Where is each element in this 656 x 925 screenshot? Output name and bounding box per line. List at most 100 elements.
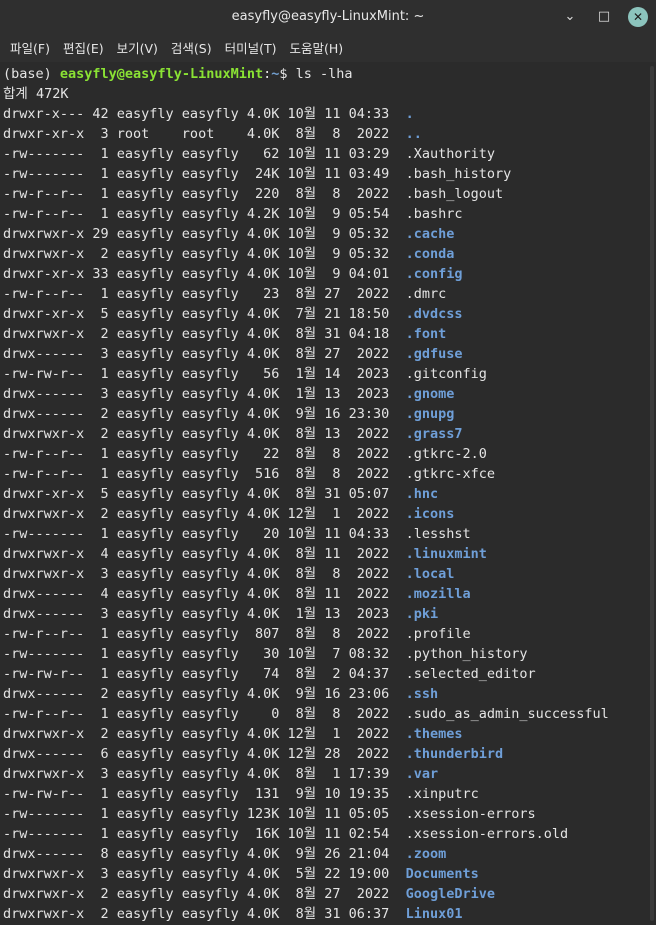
directory-name: Linux01 [405, 906, 463, 922]
list-item: drwxrwxr-x 2 easyfly easyfly 4.0K 10월 9 … [3, 244, 656, 264]
list-item: -rw------- 1 easyfly easyfly 30 10월 7 08… [3, 644, 656, 664]
entry-meta: -rw-r--r-- 1 easyfly easyfly 220 8월 8 20… [3, 186, 406, 202]
directory-name: .thunderbird [405, 746, 504, 762]
list-item: drwxrwxr-x 2 easyfly easyfly 4.0K 8월 13 … [3, 424, 656, 444]
list-item: -rw------- 1 easyfly easyfly 62 10월 11 0… [3, 144, 656, 164]
entry-meta: -rw-r--r-- 1 easyfly easyfly 0 8월 8 2022 [3, 706, 406, 722]
directory-name: .pki [405, 606, 439, 622]
file-name: .python_history [405, 646, 528, 662]
file-name: .bashrc [405, 206, 463, 222]
total-line: 합계 472K [3, 86, 69, 102]
list-item: drwxr-xr-x 5 easyfly easyfly 4.0K 7월 21 … [3, 304, 656, 324]
entry-meta: drwx------ 4 easyfly easyfly 4.0K 8월 11 … [3, 586, 406, 602]
entry-meta: -rw------- 1 easyfly easyfly 30 10월 7 08… [3, 646, 406, 662]
list-item: drwxrwxr-x 2 easyfly easyfly 4.0K 8월 31 … [3, 904, 656, 924]
window-controls: ⌄ □ ✕ [560, 0, 648, 33]
list-item: drwx------ 3 easyfly easyfly 4.0K 1월 13 … [3, 604, 656, 624]
entry-meta: drwx------ 3 easyfly easyfly 4.0K 1월 13 … [3, 606, 406, 622]
list-item: -rw------- 1 easyfly easyfly 16K 10월 11 … [3, 824, 656, 844]
window-title: easyfly@easyfly-LinuxMint: ~ [231, 9, 425, 24]
prompt-userhost: easyfly@easyfly-LinuxMint [59, 66, 264, 82]
list-item: -rw------- 1 easyfly easyfly 123K 10월 11… [3, 804, 656, 824]
entry-meta: drwx------ 3 easyfly easyfly 4.0K 8월 27 … [3, 346, 406, 362]
close-icon[interactable]: ✕ [628, 6, 648, 27]
entry-meta: -rw-r--r-- 1 easyfly easyfly 23 8월 27 20… [3, 286, 406, 302]
entry-meta: drwxrwxr-x 2 easyfly easyfly 4.0K 8월 13 … [3, 426, 406, 442]
list-item: -rw-r--r-- 1 easyfly easyfly 807 8월 8 20… [3, 624, 656, 644]
prompt-dollar: $ [279, 66, 296, 82]
prompt-line: (base) easyfly@easyfly-LinuxMint:~$ ls -… [3, 64, 656, 84]
directory-name: .gdfuse [405, 346, 463, 362]
entry-meta: drwxrwxr-x 3 easyfly easyfly 4.0K 5월 22 … [3, 866, 406, 882]
list-item: -rw-r--r-- 1 easyfly easyfly 23 8월 27 20… [3, 284, 656, 304]
list-item: drwx------ 3 easyfly easyfly 4.0K 1월 13 … [3, 384, 656, 404]
entry-meta: -rw-rw-r-- 1 easyfly easyfly 131 9월 10 1… [3, 786, 406, 802]
directory-name: .cache [405, 226, 455, 242]
directory-name: .themes [405, 726, 463, 742]
entry-meta: drwx------ 8 easyfly easyfly 4.0K 9월 26 … [3, 846, 406, 862]
menu-terminal[interactable]: 터미널(T) [225, 36, 277, 59]
list-item: drwxr-xr-x 5 easyfly easyfly 4.0K 8월 31 … [3, 484, 656, 504]
directory-name: GoogleDrive [405, 886, 495, 902]
list-item: -rw-r--r-- 1 easyfly easyfly 22 8월 8 202… [3, 444, 656, 464]
list-item: drwx------ 4 easyfly easyfly 4.0K 8월 11 … [3, 584, 656, 604]
entry-meta: drwxr-xr-x 5 easyfly easyfly 4.0K 8월 31 … [3, 486, 406, 502]
list-item: drwxr-xr-x 33 easyfly easyfly 4.0K 10월 9… [3, 264, 656, 284]
directory-name: .linuxmint [405, 546, 487, 562]
list-item: drwxrwxr-x 2 easyfly easyfly 4.0K 8월 31 … [3, 324, 656, 344]
list-item: -rw------- 1 easyfly easyfly 20 10월 11 0… [3, 524, 656, 544]
menu-search[interactable]: 검색(S) [171, 36, 212, 59]
file-name: .bash_history [405, 166, 512, 182]
list-item: -rw-rw-r-- 1 easyfly easyfly 74 8월 2 04:… [3, 664, 656, 684]
scrollbar[interactable] [650, 66, 654, 921]
entry-meta: -rw------- 1 easyfly easyfly 16K 10월 11 … [3, 826, 406, 842]
command-text: ls -lha [295, 66, 353, 82]
list-item: drwx------ 2 easyfly easyfly 4.0K 9월 16 … [3, 684, 656, 704]
entry-meta: drwxrwxr-x 2 easyfly easyfly 4.0K 12월 1 … [3, 726, 406, 742]
entry-meta: drwx------ 2 easyfly easyfly 4.0K 9월 16 … [3, 686, 406, 702]
directory-name: .var [405, 766, 439, 782]
file-name: .selected_editor [405, 666, 536, 682]
directory-name: . [405, 106, 414, 122]
list-item: drwxrwxr-x 3 easyfly easyfly 4.0K 8월 8 2… [3, 564, 656, 584]
list-item: drwxrwxr-x 2 easyfly easyfly 4.0K 12월 1 … [3, 504, 656, 524]
list-item: drwxrwxr-x 3 easyfly easyfly 4.0K 8월 1 1… [3, 764, 656, 784]
directory-name: .grass7 [405, 426, 463, 442]
list-item: drwx------ 3 easyfly easyfly 4.0K 8월 27 … [3, 344, 656, 364]
entry-meta: drwxrwxr-x 4 easyfly easyfly 4.0K 8월 11 … [3, 546, 406, 562]
file-listing: drwxr-x--- 42 easyfly easyfly 4.0K 10월 1… [3, 104, 656, 924]
entry-meta: -rw------- 1 easyfly easyfly 24K 10월 11 … [3, 166, 406, 182]
minimize-icon[interactable]: ⌄ [560, 7, 580, 27]
directory-name: .icons [405, 506, 455, 522]
file-name: .gitconfig [405, 366, 487, 382]
menu-edit[interactable]: 편집(E) [63, 36, 104, 59]
menu-view[interactable]: 보기(V) [117, 36, 158, 59]
entry-meta: drwxrwxr-x 2 easyfly easyfly 4.0K 10월 9 … [3, 246, 406, 262]
menu-help[interactable]: 도움말(H) [290, 36, 344, 59]
entry-meta: drwxr-xr-x 3 root root 4.0K 8월 8 2022 [3, 126, 406, 142]
entry-meta: drwx------ 2 easyfly easyfly 4.0K 9월 16 … [3, 406, 406, 422]
list-item: -rw-r--r-- 1 easyfly easyfly 220 8월 8 20… [3, 184, 656, 204]
title-bar[interactable]: easyfly@easyfly-LinuxMint: ~ ⌄ □ ✕ [0, 0, 656, 33]
list-item: -rw------- 1 easyfly easyfly 24K 10월 11 … [3, 164, 656, 184]
file-name: .xsession-errors.old [405, 826, 569, 842]
entry-meta: -rw-r--r-- 1 easyfly easyfly 807 8월 8 20… [3, 626, 406, 642]
maximize-icon[interactable]: □ [594, 7, 614, 27]
entry-meta: drwxrwxr-x 3 easyfly easyfly 4.0K 8월 8 2… [3, 566, 406, 582]
entry-meta: -rw-r--r-- 1 easyfly easyfly 4.2K 10월 9 … [3, 206, 406, 222]
entry-meta: -rw-rw-r-- 1 easyfly easyfly 56 1월 14 20… [3, 366, 406, 382]
directory-name: .mozilla [405, 586, 471, 602]
entry-meta: drwxrwxr-x 29 easyfly easyfly 4.0K 10월 9… [3, 226, 406, 242]
entry-meta: drwxr-x--- 42 easyfly easyfly 4.0K 10월 1… [3, 106, 406, 122]
file-name: .bash_logout [405, 186, 504, 202]
file-name: .Xauthority [405, 146, 495, 162]
list-item: drwx------ 8 easyfly easyfly 4.0K 9월 26 … [3, 844, 656, 864]
entry-meta: -rw------- 1 easyfly easyfly 62 10월 11 0… [3, 146, 406, 162]
directory-name: .local [405, 566, 455, 582]
terminal-output[interactable]: (base) easyfly@easyfly-LinuxMint:~$ ls -… [0, 62, 656, 925]
file-name: .xsession-errors [405, 806, 536, 822]
list-item: drwxrwxr-x 2 easyfly easyfly 4.0K 8월 27 … [3, 884, 656, 904]
directory-name: .ssh [405, 686, 439, 702]
list-item: -rw-r--r-- 1 easyfly easyfly 516 8월 8 20… [3, 464, 656, 484]
menu-file[interactable]: 파일(F) [10, 36, 50, 59]
